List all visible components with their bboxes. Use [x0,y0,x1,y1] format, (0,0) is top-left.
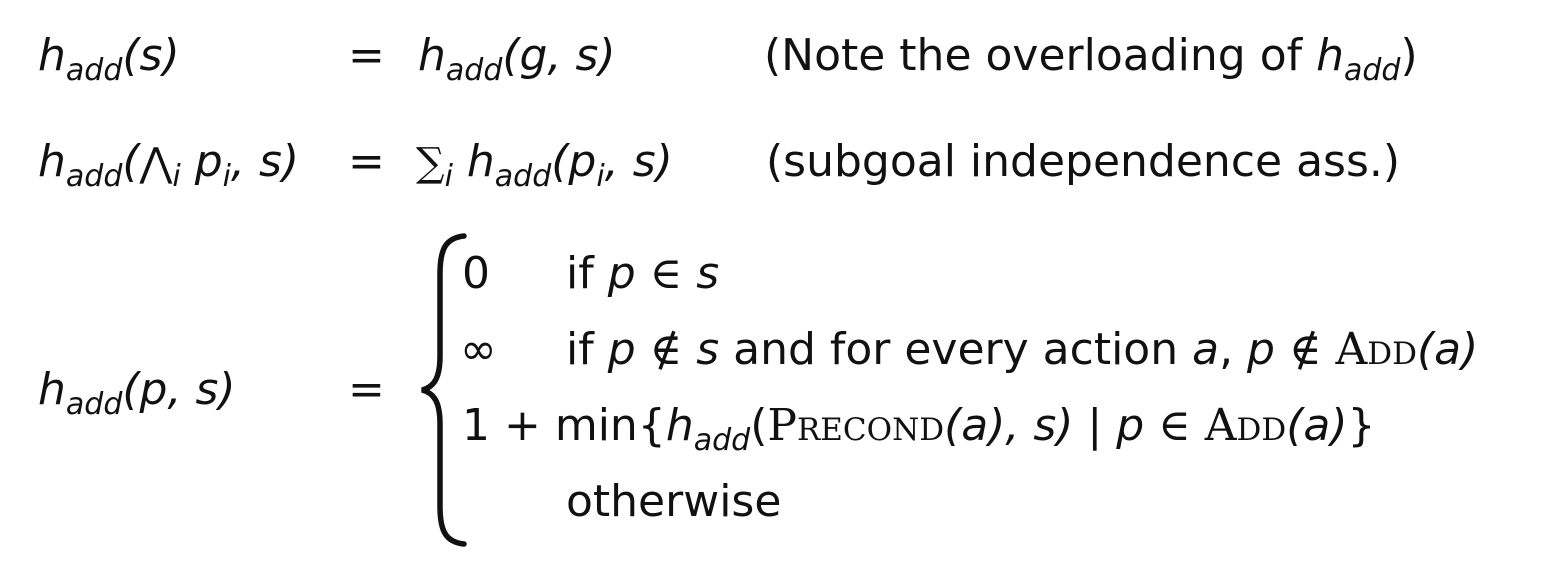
row1-rhs: hadd(g, s) [418,34,616,86]
case2-if: if [566,324,608,375]
case1-p: p [607,248,636,299]
case3-element-of: ∈ [1144,400,1205,451]
row2-rhs-h: h [452,136,495,187]
formula-block: hadd(s) = hadd(g, s) (Note the overloadi… [0,0,1564,582]
row1-lhs-sub: add [65,53,123,88]
case2-condition: if p ∉ s and for every action a, p ∉ Add… [566,328,1478,372]
row2-lhs-p: p [180,136,223,187]
row2-lhs-p-sub: i [222,159,231,194]
row1-note-h: h [1316,30,1344,81]
case2-comma: , [1219,324,1248,375]
case2-not-element-of: ∉ [635,324,697,375]
row1-note-close: ) [1400,30,1418,81]
row1-equals: = [348,30,385,81]
case4-condition: otherwise [566,476,782,527]
case2-a: a [1192,324,1220,375]
case1-element-of: ∈ [635,248,697,299]
cases-brace-path [421,233,467,547]
row2-rhs-p-sub: i [596,159,605,194]
row1-rhs-sub: add [445,53,503,88]
row2-lhs: hadd(⋀i pi, s) [38,140,299,192]
case1-value: 0 [462,248,490,299]
row2-lhs-open: ( [122,136,140,187]
case3-bar: | [1073,400,1117,451]
row1-note-sub: add [1343,53,1401,88]
case3-expression: 1 + min{hadd(Precond(a), s) | p ∈ Add(a)… [462,404,1375,456]
case1-if: if [566,248,608,299]
case3-add-operator: Add [1204,400,1287,451]
row3-equals: = [348,364,385,415]
row2-note: (subgoal independence ass.) [766,136,1401,187]
case3-h: h [665,400,694,451]
row2-rhs: ∑i hadd(pi, s) [416,140,673,192]
cases-brace [421,233,467,547]
row2-wedge-sub: i [172,159,181,194]
case2-add-args: (a) [1417,324,1479,375]
row3-lhs-args: (p, s) [122,364,236,415]
row3-lhs-h: h [38,364,66,415]
row1-lhs-h: h [38,30,66,81]
row2-equals: = [348,136,385,187]
case3-p: p [1116,400,1145,451]
row2-rhs-sub: add [494,159,552,194]
case2-add-operator: Add [1335,324,1418,375]
case2-s: s [696,324,720,375]
row1-rhs-args: (g, s) [502,30,616,81]
case1-s: s [696,248,720,299]
case3-sub: add [693,423,751,458]
row1-lhs: hadd(s) [38,34,180,86]
row2-sum-sub: i [444,159,453,194]
row1-rhs-h: h [418,30,446,81]
case3-add-args: (a) [1286,400,1348,451]
case2-text: and for every action [719,324,1193,375]
case2-not-element-of-2: ∉ [1274,324,1336,375]
case2-p: p [607,324,636,375]
row1-note: (Note the overloading of hadd) [764,34,1418,86]
row2-lhs-h: h [38,136,66,187]
row3-lhs-sub: add [65,387,123,422]
row2-lhs-sub: add [65,159,123,194]
case3-start: 1 + min{ [462,400,666,451]
row1-note-open: (Note the overloading of [764,30,1317,81]
row3-lhs: hadd(p, s) [38,368,236,420]
row2-rhs-close: , s) [604,136,673,187]
case3-end: } [1347,400,1376,451]
case3-a: (a), s) [944,400,1074,451]
case1-condition: if p ∈ s [566,252,719,296]
case3-precond-operator: Precond [767,400,945,451]
row2-rhs-open: (p [551,136,597,187]
case2-p2: p [1247,324,1275,375]
case2-value: ∞ [460,324,497,375]
row1-lhs-args: (s) [122,30,180,81]
row2-sum-symbol: ∑ [416,140,445,186]
row2-lhs-close: , s) [230,136,300,187]
case3-paren: ( [750,400,768,451]
row2-wedge-symbol: ⋀ [139,140,173,186]
